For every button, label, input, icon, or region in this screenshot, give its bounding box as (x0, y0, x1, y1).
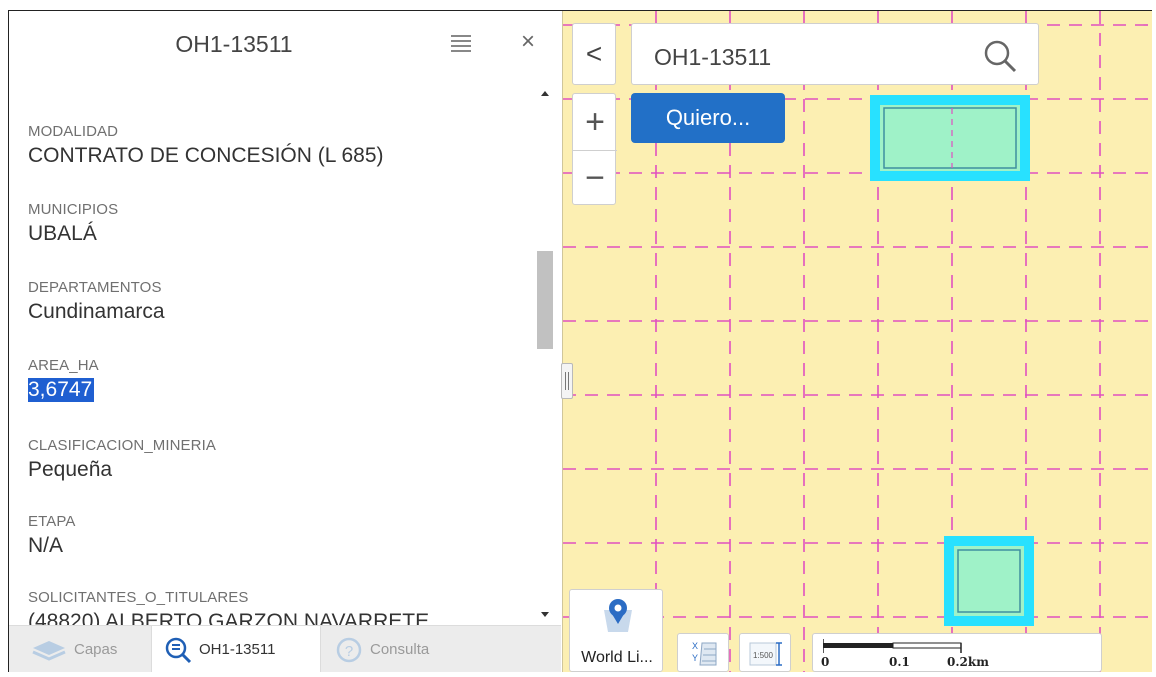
zoom-control: + − (572, 93, 617, 206)
panel-title: OH1-13511 (175, 31, 293, 57)
scale-tick-0: 0 (821, 655, 830, 669)
map-search[interactable] (631, 23, 1039, 85)
svg-text:1:500: 1:500 (753, 651, 774, 660)
attribute-label: DEPARTAMENTOS (28, 279, 162, 296)
scroll-down-arrow-icon[interactable] (541, 612, 549, 617)
search-icon[interactable] (982, 38, 1018, 74)
tab-label: Capas (74, 641, 118, 658)
attribute-etapa: ETAPA N/A (28, 513, 75, 558)
query-list-icon (165, 637, 192, 663)
panel-scrollbar[interactable] (537, 87, 553, 625)
scale-tick-2: 0.2km (947, 655, 989, 669)
tab-capas[interactable]: Capas (31, 626, 117, 672)
scroll-up-arrow-icon[interactable] (541, 91, 549, 96)
attribute-value: N/A (28, 534, 64, 557)
tab-label: OH1-13511 (199, 641, 276, 658)
coordinates-button[interactable]: X Y (677, 633, 729, 672)
tab-results[interactable]: OH1-13511 (151, 626, 321, 672)
feature-panel: OH1-13511 × MODALIDAD CONTRATO DE CONCES… (9, 11, 561, 672)
attribute-value: UBALÁ (28, 222, 97, 245)
attribute-solicitantes: SOLICITANTES_O_TITULARES (48820) ALBERTO… (28, 589, 429, 625)
attribute-value: CONTRATO DE CONCESIÓN (L 685) (28, 144, 384, 167)
zoom-out-button[interactable]: − (573, 150, 617, 206)
zoom-in-button[interactable]: + (573, 94, 617, 150)
scale-tick-1: 0.1 (889, 655, 910, 669)
basemap-gallery-button[interactable]: World Li... (569, 589, 663, 672)
collapse-panel-button[interactable]: < (572, 23, 616, 85)
mining-parcel-highlight-1 (870, 95, 1030, 181)
list-menu-icon[interactable] (451, 35, 471, 53)
attribute-value: Pequeña (28, 458, 113, 481)
scale-bar-graphic (823, 639, 962, 653)
attribute-label: MODALIDAD (28, 123, 119, 140)
attribute-area-ha: AREA_HA 3,6747 (28, 357, 99, 402)
panel-tabs: Capas OH1-13511 ? Consulta (9, 625, 561, 672)
tab-consulta[interactable]: ? Consulta (335, 626, 429, 672)
scale-bar: 0 0.1 0.2km (812, 633, 1102, 672)
search-input[interactable] (654, 44, 954, 71)
tab-label: Consulta (370, 641, 430, 658)
attribute-value-selected[interactable]: 3,6747 (28, 378, 95, 402)
attribute-list[interactable]: MODALIDAD CONTRATO DE CONCESIÓN (L 685) … (9, 87, 535, 625)
attribute-departamentos: DEPARTAMENTOS Cundinamarca (28, 279, 165, 324)
scale-ruler-icon: 1:500 (749, 642, 782, 666)
close-icon[interactable]: × (521, 30, 535, 54)
panel-splitter-handle[interactable] (561, 363, 573, 399)
attribute-label: CLASIFICACION_MINERIA (28, 437, 216, 454)
attribute-label: MUNICIPIOS (28, 201, 119, 218)
attribute-value: (48820) ALBERTO GARZON NAVARRETE (28, 610, 430, 625)
attribute-label: ETAPA (28, 513, 76, 530)
layers-icon (32, 640, 66, 661)
app-window: OH1-13511 × MODALIDAD CONTRATO DE CONCES… (8, 10, 1152, 672)
attribute-value: Cundinamarca (28, 300, 165, 323)
xy-coordinates-icon: X Y (692, 641, 717, 666)
mining-parcel-highlight-2 (944, 536, 1034, 626)
panel-header: OH1-13511 × (9, 11, 561, 83)
scroll-thumb[interactable] (537, 251, 553, 349)
basemap-label: World Li... (581, 649, 653, 666)
help-circle-icon: ? (336, 637, 362, 662)
attribute-modalidad: MODALIDAD CONTRATO DE CONCESIÓN (L 685) (28, 123, 384, 168)
svg-text:?: ? (345, 643, 353, 660)
app-frame: OH1-13511 × MODALIDAD CONTRATO DE CONCES… (0, 0, 1156, 677)
svg-text:Y: Y (692, 653, 698, 663)
quiero-button[interactable]: Quiero... (631, 93, 785, 143)
attribute-label: SOLICITANTES_O_TITULARES (28, 589, 249, 606)
svg-text:X: X (692, 641, 698, 651)
scale-button[interactable]: 1:500 (739, 633, 791, 672)
attribute-label: AREA_HA (28, 357, 99, 374)
attribute-municipios: MUNICIPIOS UBALÁ (28, 201, 118, 246)
basemap-icon (604, 599, 632, 632)
attribute-clasificacion-mineria: CLASIFICACION_MINERIA Pequeña (28, 437, 216, 482)
